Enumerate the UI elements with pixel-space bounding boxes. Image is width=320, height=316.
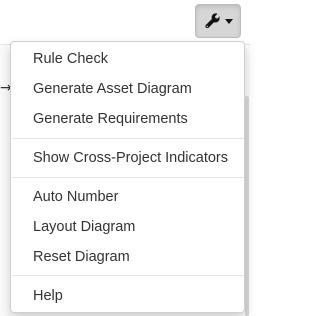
menu-item-rule-check[interactable]: Rule Check	[11, 45, 244, 73]
menu-divider	[12, 138, 244, 139]
canvas-scrollbar[interactable]	[245, 96, 249, 316]
menu-divider	[12, 275, 244, 276]
menu-item-show-cross-project-indicators[interactable]: Show Cross-Project Indicators	[11, 144, 244, 172]
app-stage: → Rule Check Generate Asset Diagram Gene…	[0, 0, 250, 316]
menu-item-help[interactable]: Help	[11, 282, 244, 310]
menu-item-layout-diagram[interactable]: Layout Diagram	[11, 213, 244, 241]
tools-dropdown-menu: Rule Check Generate Asset Diagram Genera…	[10, 41, 245, 313]
wrench-icon	[204, 12, 222, 30]
menu-item-generate-requirements[interactable]: Generate Requirements	[11, 105, 244, 133]
menu-divider	[12, 177, 244, 178]
tools-dropdown-button[interactable]	[195, 4, 241, 38]
menu-item-reset-diagram[interactable]: Reset Diagram	[11, 243, 244, 271]
menu-item-auto-number[interactable]: Auto Number	[11, 183, 244, 211]
menu-item-generate-asset-diagram[interactable]: Generate Asset Diagram	[11, 75, 244, 103]
caret-down-icon	[224, 18, 233, 24]
